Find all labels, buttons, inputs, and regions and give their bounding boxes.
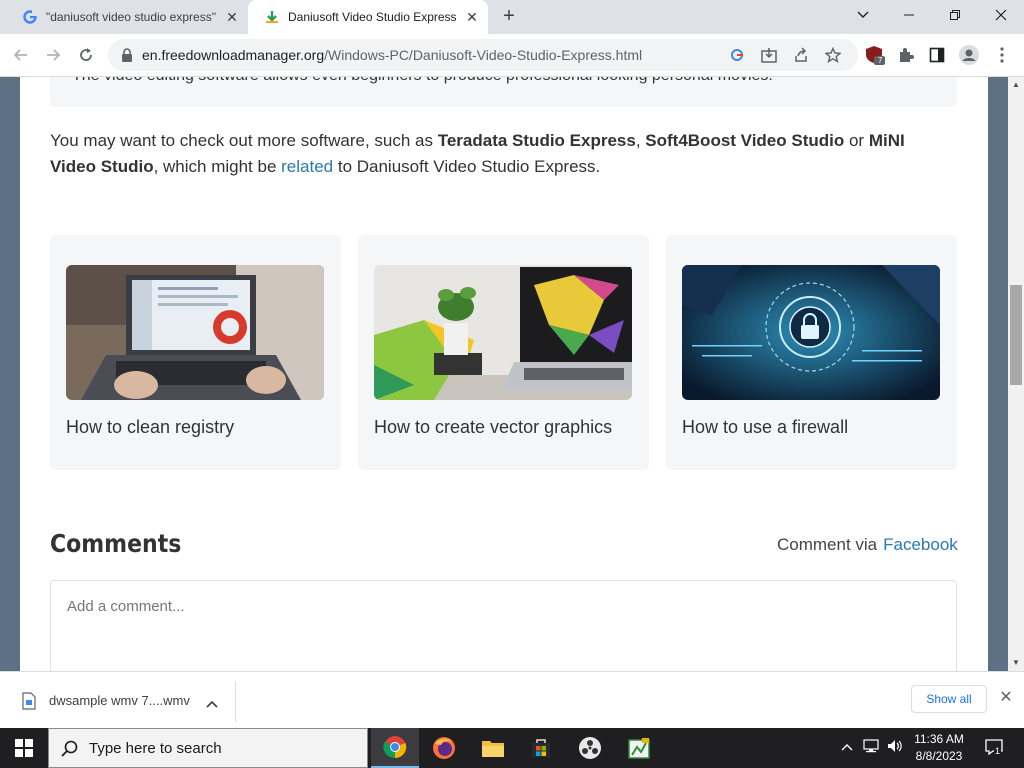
download-bar: dwsample wmv 7....wmv Show all ✕ [0,671,1024,728]
laptop-cleaner-image[interactable] [66,265,324,400]
comment-input[interactable]: Add a comment... [50,580,957,671]
page-content: The video editing software allows even b… [20,77,988,671]
bookmark-star-icon[interactable] [824,46,842,64]
clock-date: 8/8/2023 [915,749,963,763]
back-arrow-icon [13,49,27,61]
show-all-button[interactable]: Show all [911,685,987,713]
new-tab-button[interactable]: + [498,6,520,28]
download-item[interactable]: dwsample wmv 7....wmv [14,682,236,722]
scrollbar-thumb[interactable] [1010,285,1022,385]
forward-button[interactable] [40,42,66,68]
article-card-vector-graphics[interactable]: How to create vector graphics [358,235,649,470]
minimize-icon [904,14,914,16]
description-text: The video editing software allows even b… [72,77,773,85]
browser-toolbar: en.freedownloadmanager.org/Windows-PC/Da… [0,34,1024,77]
comment-via: Comment via Facebook [777,535,958,555]
google-icon [22,9,38,25]
card-title[interactable]: How to use a firewall [682,417,848,438]
forward-arrow-icon [47,49,61,61]
chevron-up-icon[interactable] [206,695,218,713]
notification-count: 1 [994,746,1002,756]
close-icon[interactable]: ✕ [464,9,480,25]
share-icon[interactable] [792,46,810,64]
page-viewport: The video editing software allows even b… [0,77,1008,671]
install-icon[interactable] [760,46,778,64]
extension-badge: 7 [878,56,883,65]
file-icon [22,692,36,715]
comment-placeholder: Add a comment... [67,598,185,615]
restore-icon [950,10,960,20]
minimize-button[interactable] [886,0,932,30]
tab-google-search[interactable]: "daniusoft video studio express" ✕ [6,0,248,34]
tab-title: Daniusoft Video Studio Express (f [288,10,460,24]
url-path: /Windows-PC/Daniusoft-Video-Studio-Expre… [324,47,643,63]
video-studio-taskbar-icon[interactable] [615,728,663,768]
volume-icon[interactable] [886,739,904,757]
lock-icon[interactable] [118,46,136,64]
windows-logo-icon [15,739,33,757]
para-text: You may want to check out more software,… [50,131,438,150]
para-text: , [635,131,646,150]
reload-icon [80,48,92,61]
microsoft-store-taskbar-icon[interactable] [517,728,565,768]
system-clock[interactable]: 11:36 AM 8/8/2023 [905,731,973,765]
related-software-paragraph: You may want to check out more software,… [50,128,950,180]
reload-button[interactable] [73,42,99,68]
tab-title: "daniusoft video studio express" [46,10,216,24]
close-icon[interactable]: ✕ [997,689,1015,707]
extensions-puzzle-icon[interactable] [895,44,917,66]
network-icon[interactable] [862,739,880,757]
scroll-down-arrow-icon[interactable]: ▼ [1008,655,1024,671]
close-icon [995,9,1007,21]
chevron-down-icon [857,11,869,18]
url-host: en.freedownloadmanager.org [142,47,325,63]
software-link[interactable]: Soft4Boost Video Studio [645,131,844,150]
media-player-taskbar-icon[interactable] [566,728,614,768]
tab-search-button[interactable] [840,0,886,30]
fdm-icon [264,9,280,25]
firefox-taskbar-icon[interactable] [420,728,468,768]
start-button[interactable] [0,728,48,768]
notification-center-icon[interactable]: 1 [983,739,1005,757]
show-hidden-icons-chevron-icon[interactable] [838,739,856,757]
vector-graphics-image[interactable] [374,265,632,400]
article-card-clean-registry[interactable]: How to clean registry [50,235,341,470]
firewall-lock-image[interactable] [682,265,940,400]
profile-avatar-icon[interactable] [958,44,980,66]
url-text: en.freedownloadmanager.org/Windows-PC/Da… [142,47,642,63]
taskbar-search-box[interactable]: Type here to search [48,728,368,768]
file-explorer-taskbar-icon[interactable] [469,728,517,768]
tab-active-page[interactable]: Daniusoft Video Studio Express (f ✕ [248,0,488,34]
facebook-link[interactable]: Facebook [883,535,958,554]
restore-button[interactable] [932,0,978,30]
download-file-name: dwsample wmv 7....wmv [49,693,190,708]
back-button[interactable] [8,42,34,68]
software-link[interactable]: Teradata Studio Express [438,131,636,150]
clock-time: 11:36 AM [914,732,964,746]
card-title[interactable]: How to create vector graphics [374,417,612,438]
scroll-up-arrow-icon[interactable]: ▲ [1008,77,1024,93]
google-lens-icon[interactable] [728,46,746,64]
para-text: or [844,131,869,150]
article-card-firewall[interactable]: How to use a firewall [666,235,957,470]
search-placeholder: Type here to search [89,740,222,757]
card-title[interactable]: How to clean registry [66,417,234,438]
windows-taskbar: Type here to search 11:36 AM 8/8/2023 1 [0,728,1024,768]
ublock-extension-icon[interactable]: 7 [864,44,886,66]
tab-strip: "daniusoft video studio express" ✕ Daniu… [0,0,1024,34]
comment-via-label: Comment via [777,535,878,554]
chrome-taskbar-icon[interactable] [371,728,419,768]
menu-kebab-icon[interactable] [991,44,1013,66]
address-bar[interactable]: en.freedownloadmanager.org/Windows-PC/Da… [108,39,858,71]
para-text: to Daniusoft Video Studio Express. [333,157,601,176]
page-scrollbar[interactable]: ▲ ▼ [1008,77,1024,671]
para-text: , which might be [153,157,282,176]
close-icon[interactable]: ✕ [224,9,240,25]
side-panel-icon[interactable] [926,44,948,66]
comments-heading: Comments [50,529,182,558]
related-link[interactable]: related [281,157,333,176]
description-box: The video editing software allows even b… [50,77,957,107]
window-close-button[interactable] [978,0,1024,30]
search-icon [61,740,79,763]
